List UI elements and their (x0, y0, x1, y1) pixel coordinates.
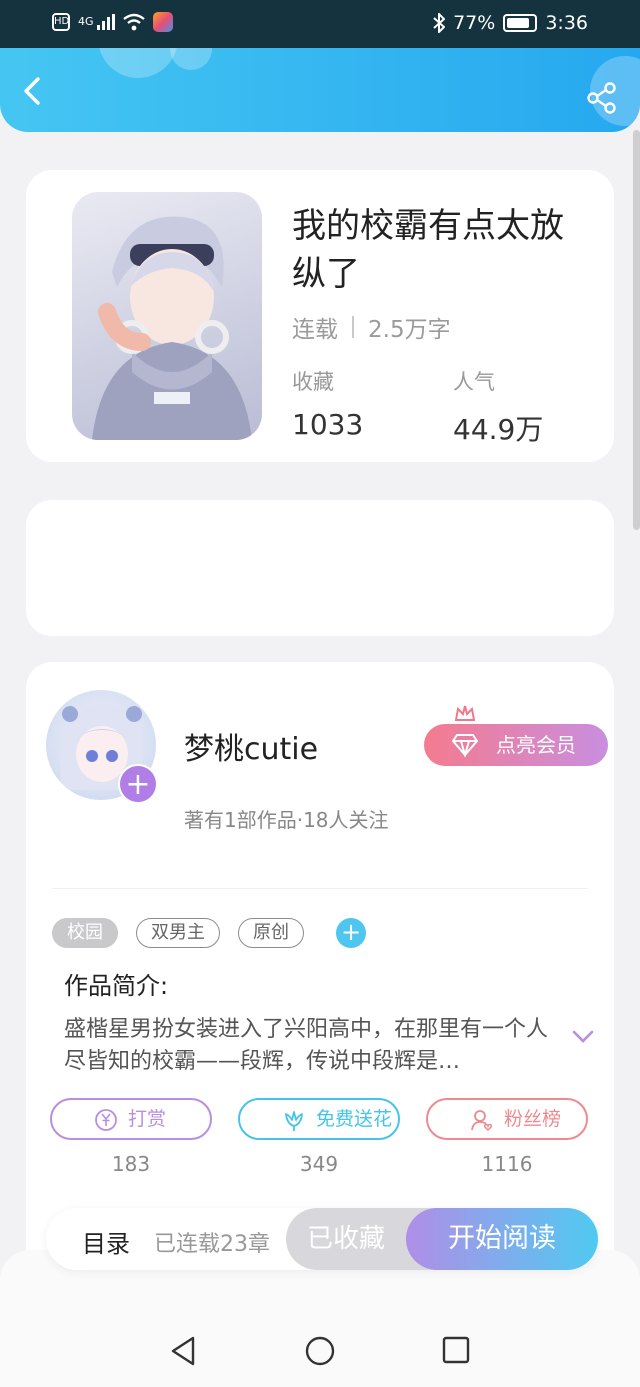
book-title: 我的校霸有点太放纵了 (292, 206, 564, 294)
tag-list: 校园 双男主 原创 + (52, 918, 366, 948)
reward-count: 183 (111, 1152, 151, 1176)
serial-status: 连载 (292, 317, 338, 343)
favorites-stat: 收藏 1033 (292, 366, 363, 441)
signal-label: 4G (78, 15, 94, 28)
hd-badge-icon: HD (52, 13, 70, 31)
crown-icon (454, 705, 476, 721)
status-bar: HD 4G 77% 3:36 (0, 0, 640, 48)
intro-title: 作品简介: (64, 972, 169, 1000)
share-button[interactable] (586, 82, 618, 114)
fan-user-icon (471, 1110, 493, 1132)
reward-button[interactable]: 打赏 (50, 1098, 212, 1140)
start-reading-button[interactable]: 开始阅读 (406, 1208, 598, 1270)
signal-icon: 4G (78, 14, 116, 30)
back-button[interactable] (18, 76, 48, 106)
table-of-contents-button[interactable]: 目录 (82, 1224, 130, 1259)
app-notification-icon (153, 12, 174, 32)
bluetooth-icon (433, 13, 446, 33)
tag-double-male-lead[interactable]: 双男主 (136, 918, 220, 948)
vip-membership-button[interactable]: 点亮会员 (424, 724, 608, 766)
clock-time: 3:36 (545, 12, 588, 34)
yen-coin-icon (95, 1109, 117, 1131)
popularity-stat: 人气 44.9万 (453, 366, 543, 448)
chapter-count[interactable]: 已连载23章 (154, 1226, 270, 1258)
book-cover-image[interactable] (72, 192, 262, 440)
favorited-label: 已收藏 (306, 1224, 385, 1254)
system-navigation-bar (0, 1250, 640, 1387)
follow-author-button[interactable]: + (118, 764, 158, 804)
cover-illustration (92, 216, 252, 440)
intro-text[interactable]: 盛楷星男扮女装进入了兴阳高中，在那里有一个人尽皆知的校霸——段辉，传说中段辉是… (64, 1014, 554, 1078)
favorites-label: 收藏 (292, 370, 334, 394)
tag-campus[interactable]: 校园 (52, 918, 118, 948)
battery-percent: 77% (453, 12, 496, 34)
fan-ranking-button[interactable]: 粉丝榜 (426, 1098, 588, 1140)
flower-count: 349 (299, 1152, 339, 1176)
nav-recents-icon[interactable] (442, 1336, 470, 1364)
popularity-label: 人气 (453, 370, 495, 394)
author-stats: 著有1部作品·18人关注 (184, 808, 389, 832)
header-bar (0, 48, 640, 132)
vip-button-label: 点亮会员 (496, 733, 576, 757)
fan-ranking-label: 粉丝榜 (504, 1108, 562, 1130)
scrollbar[interactable] (633, 130, 640, 530)
book-meta: 连载 2.5万字 (292, 310, 451, 344)
flower-icon (285, 1111, 303, 1131)
free-flower-button[interactable]: 免费送花 (238, 1098, 400, 1140)
meta-divider (352, 316, 354, 338)
free-flower-label: 免费送花 (316, 1108, 393, 1130)
word-count: 2.5万字 (368, 317, 451, 343)
chevron-down-icon[interactable] (572, 1030, 594, 1044)
blank-card (26, 500, 614, 636)
nav-back-icon[interactable] (170, 1336, 196, 1366)
author-name[interactable]: 梦桃cutie (184, 724, 318, 768)
reward-label: 打赏 (128, 1108, 167, 1130)
wifi-icon (123, 13, 145, 31)
battery-icon (503, 14, 538, 32)
diamond-icon (452, 734, 478, 757)
tag-original[interactable]: 原创 (238, 918, 304, 948)
popularity-value: 44.9万 (453, 413, 544, 446)
nav-home-icon[interactable] (305, 1336, 335, 1366)
add-tag-button[interactable]: + (336, 918, 366, 948)
bottom-action-bar: 目录 已连载23章 已收藏 开始阅读 (46, 1208, 598, 1270)
section-divider (52, 888, 588, 889)
fan-count: 1116 (481, 1152, 533, 1176)
book-info-card: 我的校霸有点太放纵了 连载 2.5万字 收藏 1033 人气 44.9万 (26, 170, 614, 462)
favorites-value: 1033 (292, 408, 364, 441)
